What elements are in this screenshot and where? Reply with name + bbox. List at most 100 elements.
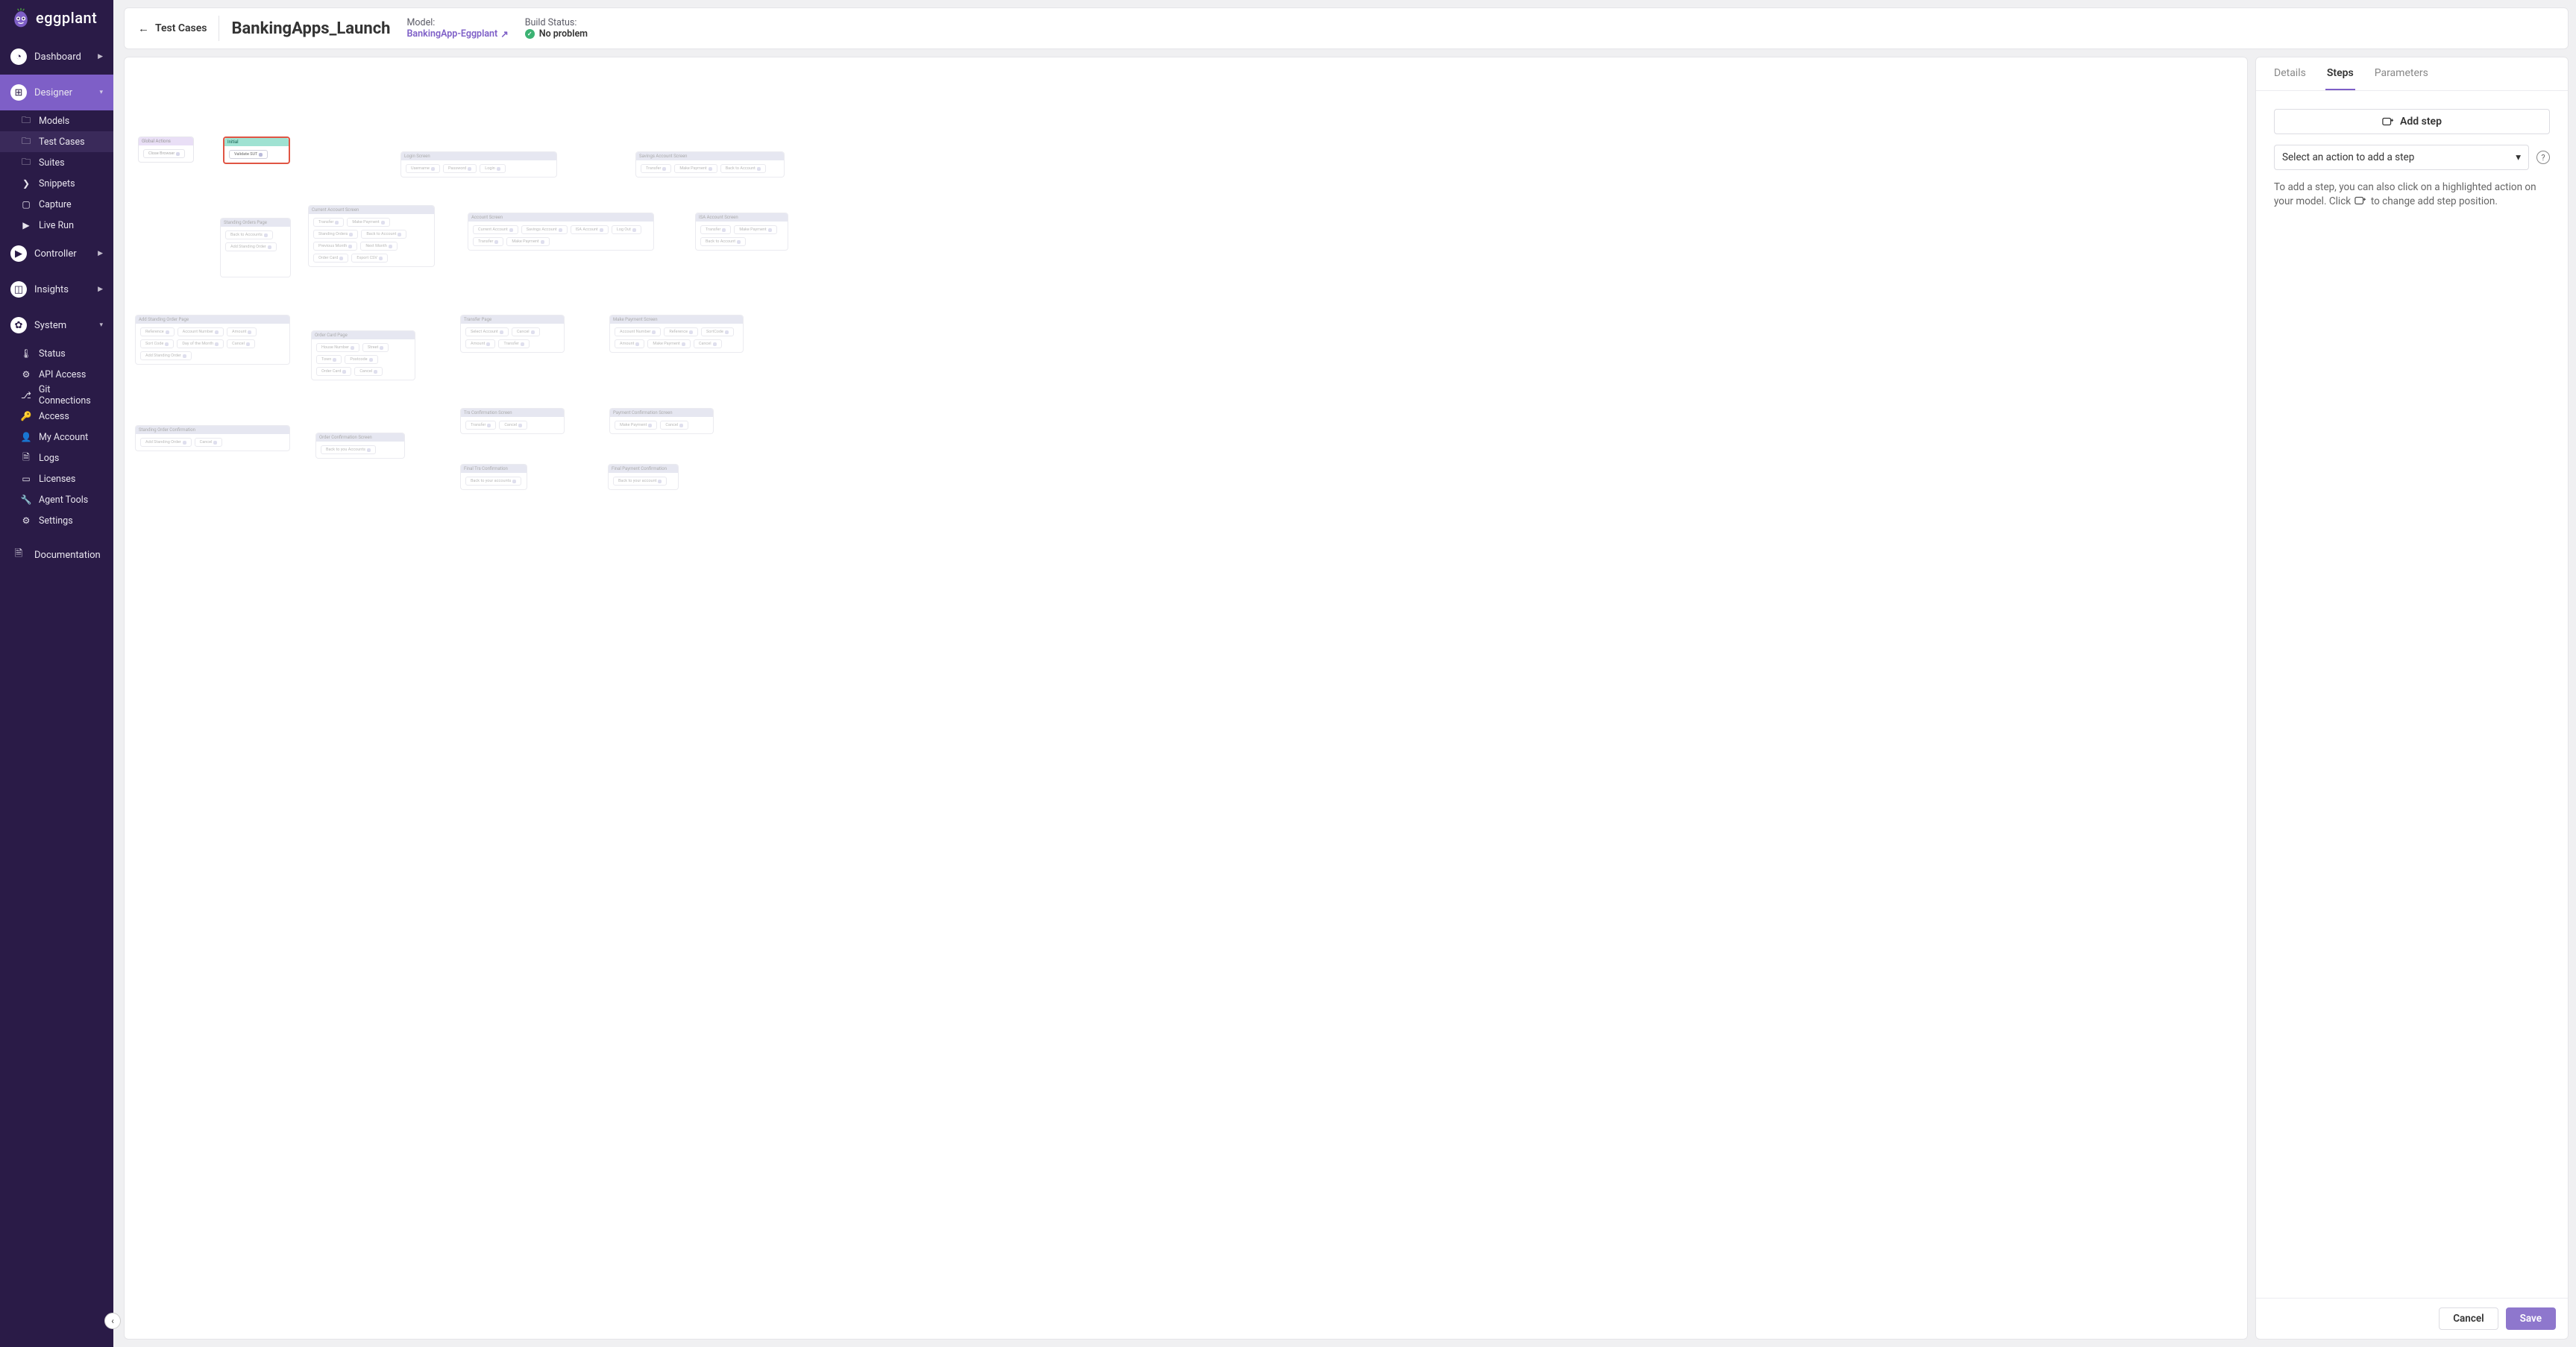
node-action[interactable]: Make Payment: [674, 164, 717, 173]
node-action[interactable]: Back to Account: [720, 164, 766, 173]
node-action[interactable]: Make Payment: [615, 421, 657, 430]
tab-details[interactable]: Details: [2272, 57, 2308, 90]
node-initial[interactable]: InitialValidate SUT: [223, 136, 290, 164]
node-action[interactable]: Add Standing Order: [140, 351, 192, 360]
nav-logs[interactable]: 🗎Logs: [0, 448, 113, 468]
node-action[interactable]: ISA Account: [571, 225, 609, 234]
node-action[interactable]: Cancel: [694, 339, 722, 348]
node-action[interactable]: Transfer: [465, 421, 496, 430]
node-final-trs-confirmation[interactable]: Final Trs ConfirmationBack to your accou…: [460, 464, 527, 490]
node-action[interactable]: Savings Account: [521, 225, 568, 234]
node-final-payment-confirmation[interactable]: Final Payment ConfirmationBack to your a…: [608, 464, 679, 490]
node-order-card-page[interactable]: Order Card PageHouse NumberStreetTownPos…: [311, 330, 415, 380]
node-order-confirmation-screen[interactable]: Order Confirmation ScreenBack to you Acc…: [315, 433, 405, 459]
model-link[interactable]: BankingApp-Eggplant ↗: [407, 28, 509, 40]
node-action[interactable]: Transfer: [473, 237, 503, 246]
node-action[interactable]: Next Month: [360, 242, 398, 251]
action-select[interactable]: Select an action to add a step ▾: [2274, 145, 2529, 170]
node-action[interactable]: Town: [316, 355, 342, 364]
node-payment-confirmation-screen[interactable]: Payment Confirmation ScreenMake PaymentC…: [609, 408, 714, 434]
nav-licenses[interactable]: ▭Licenses: [0, 468, 113, 489]
node-action[interactable]: Add Standing Order: [225, 242, 277, 251]
cancel-button[interactable]: Cancel: [2439, 1307, 2498, 1330]
tab-steps[interactable]: Steps: [2325, 57, 2355, 90]
node-action[interactable]: Amount: [465, 339, 495, 348]
node-action[interactable]: Amount: [615, 339, 644, 348]
node-action[interactable]: Back to you Accounts: [321, 445, 376, 454]
node-action[interactable]: Username: [406, 164, 440, 173]
node-action[interactable]: Back to Account: [700, 237, 746, 246]
nav-insights[interactable]: ◫ Insights ▶: [0, 271, 113, 307]
node-action[interactable]: Day of the Month: [177, 339, 224, 348]
nav-settings[interactable]: ⚙Settings: [0, 510, 113, 531]
node-isa-account-screen[interactable]: ISA Account ScreenTransferMake PaymentBa…: [695, 213, 788, 251]
node-global-actions[interactable]: Global ActionsClose Browser: [138, 136, 194, 163]
model-canvas[interactable]: Global ActionsClose Browser InitialValid…: [124, 57, 2248, 1340]
node-transfer-page[interactable]: Transfer PageSelect AccountCancelAmountT…: [460, 315, 565, 353]
node-action[interactable]: Back to Account: [361, 230, 406, 239]
node-action[interactable]: Close Browser: [143, 149, 185, 158]
node-action[interactable]: House Number: [316, 343, 359, 352]
node-action[interactable]: Select Account: [465, 327, 509, 336]
node-action[interactable]: Account Number: [178, 327, 224, 336]
node-action[interactable]: Login: [480, 164, 506, 173]
node-standing-orders-page[interactable]: Standing Orders PageBack to AccountsAdd …: [220, 218, 291, 277]
node-action[interactable]: Cancel: [195, 438, 223, 447]
add-step-button[interactable]: Add step: [2274, 109, 2550, 134]
node-action[interactable]: Cancel: [499, 421, 527, 430]
node-action[interactable]: Validate SUT: [229, 150, 268, 159]
node-action[interactable]: Postcode: [345, 355, 377, 364]
node-action[interactable]: Back to your account: [613, 477, 667, 486]
node-add-standing-order-page[interactable]: Add Standing Order PageReferenceAccount …: [135, 315, 290, 365]
node-action[interactable]: SortCode: [701, 327, 734, 336]
nav-capture[interactable]: ▢Capture: [0, 194, 113, 215]
nav-system[interactable]: ✿ System ▾: [0, 307, 113, 343]
node-action[interactable]: Street: [362, 343, 389, 352]
help-icon[interactable]: ?: [2536, 151, 2550, 164]
breadcrumb-back[interactable]: ← Test Cases: [138, 22, 207, 35]
nav-git-connections[interactable]: ⎇Git Connections: [0, 385, 113, 406]
node-savings-account-screen[interactable]: Savings Account ScreenTransferMake Payme…: [635, 151, 785, 178]
nav-snippets[interactable]: ❯Snippets: [0, 173, 113, 194]
sidebar-collapse-button[interactable]: ‹: [104, 1313, 121, 1329]
save-button[interactable]: Save: [2506, 1307, 2556, 1330]
nav-controller[interactable]: ▶ Controller ▶: [0, 236, 113, 271]
nav-access[interactable]: 🔑Access: [0, 406, 113, 427]
node-action[interactable]: Cancel: [660, 421, 688, 430]
node-make-payment-screen[interactable]: Make Payment ScreenAccount NumberReferen…: [609, 315, 744, 353]
node-standing-order-confirmation[interactable]: Standing Order ConfirmationAdd Standing …: [135, 425, 290, 451]
nav-suites[interactable]: 🗀Suites: [0, 152, 113, 173]
nav-documentation[interactable]: 🗎 Documentation: [0, 537, 113, 573]
nav-designer[interactable]: ⊞ Designer ▾: [0, 75, 113, 110]
nav-test-cases[interactable]: 🗀Test Cases: [0, 131, 113, 152]
nav-my-account[interactable]: 👤My Account: [0, 427, 113, 448]
node-action[interactable]: Export CSV: [351, 254, 388, 263]
node-action[interactable]: Make Payment: [506, 237, 549, 246]
node-action[interactable]: Make Payment: [347, 218, 389, 227]
nav-api-access[interactable]: ⚙API Access: [0, 364, 113, 385]
node-account-screen[interactable]: Account ScreenCurrent AccountSavings Acc…: [468, 213, 654, 251]
node-action[interactable]: Order Card: [313, 254, 348, 263]
node-action[interactable]: Back to your accounts: [465, 477, 521, 486]
node-action[interactable]: Transfer: [313, 218, 344, 227]
node-action[interactable]: Transfer: [641, 164, 671, 173]
node-login-screen[interactable]: Login ScreenUsernamePasswordLogin: [400, 151, 557, 178]
node-action[interactable]: Make Payment: [647, 339, 690, 348]
node-action[interactable]: Add Standing Order: [140, 438, 192, 447]
node-current-account-screen[interactable]: Current Account ScreenTransferMake Payme…: [308, 205, 435, 267]
node-trs-confirmation-screen[interactable]: Trs Confirmation ScreenTransferCancel: [460, 408, 565, 434]
node-action[interactable]: Sort Code: [140, 339, 174, 348]
nav-live-run[interactable]: ▶Live Run: [0, 215, 113, 236]
nav-dashboard[interactable]: ◔ Dashboard ▶: [0, 39, 113, 75]
node-action[interactable]: Previous Month: [313, 242, 357, 251]
node-action[interactable]: Log Out: [612, 225, 641, 234]
node-action[interactable]: Reference: [140, 327, 175, 336]
node-action[interactable]: Transfer: [700, 225, 731, 234]
node-action[interactable]: Password: [443, 164, 477, 173]
node-action[interactable]: Transfer: [498, 339, 529, 348]
node-action[interactable]: Back to Accounts: [225, 230, 273, 239]
node-action[interactable]: Amount: [227, 327, 257, 336]
node-action[interactable]: Standing Orders: [313, 230, 358, 239]
node-action[interactable]: Current Account: [473, 225, 518, 234]
nav-status[interactable]: 🌡Status: [0, 343, 113, 364]
